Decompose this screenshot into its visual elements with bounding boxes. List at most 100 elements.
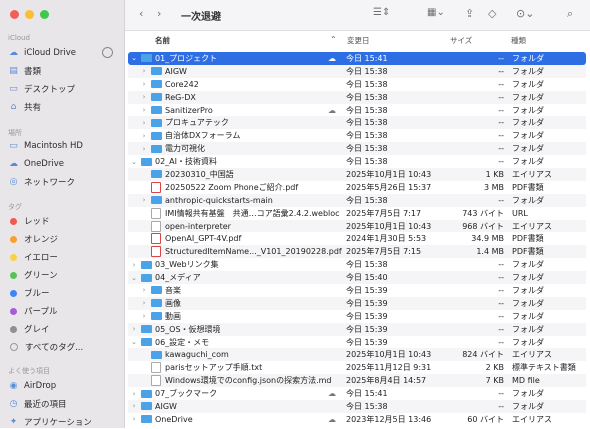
list-view-icon[interactable]: ☰⇕	[373, 7, 390, 18]
file-name: IMI情報共有基盤 共通…コア語彙2.4.2.webloc	[165, 208, 340, 218]
file-kind: フォルダ	[512, 66, 544, 76]
table-row[interactable]: › anthropic-quickstarts-main 今日 15:38 -- フォル…	[128, 193, 586, 207]
column-name[interactable]: 名前	[155, 35, 170, 46]
sidebar-item[interactable]: オレンジ	[8, 232, 58, 246]
table-row[interactable]: › プロキュアテック 今日 15:38 -- フォルダ	[128, 116, 586, 130]
date-modified: 2025年10月1日 10:43	[346, 221, 432, 231]
column-size[interactable]: サイズ	[450, 35, 472, 46]
table-row[interactable]: Windows環境でのconfig.jsonの探索方法.md 2025年8月4日 …	[128, 374, 586, 388]
disclosure-closed-icon[interactable]: ›	[140, 286, 148, 294]
table-row[interactable]: › 05_OS・仮想環境 今日 15:39 -- フォルダ	[128, 322, 586, 336]
back-icon[interactable]: ‹	[139, 7, 143, 20]
table-row[interactable]: parisセットアップ手順.txt 2025年11月12日 9:31 2 KB 標準テ…	[128, 361, 586, 374]
share-icon[interactable]: ⇪	[465, 7, 474, 20]
sidebar-item-label: レッド	[24, 217, 50, 227]
file-name: 03_Webリンク集	[155, 260, 219, 270]
sidebar-item[interactable]: ◉ AirDrop	[8, 379, 57, 393]
column-date[interactable]: 変更日	[347, 35, 370, 46]
sidebar-item[interactable]: イエロー	[8, 250, 58, 264]
disclosure-closed-icon[interactable]: ›	[140, 80, 148, 88]
sidebar-item[interactable]: グリーン	[8, 268, 58, 282]
table-row[interactable]: 20250522 Zoom Phoneご紹介.pdf 2025年5月26日 15:…	[128, 181, 586, 194]
file-kind: エイリアス	[512, 169, 552, 179]
table-row[interactable]: ⌄ 01_プロジェクト ☁ 今日 15:41 -- フォルダ	[128, 52, 586, 65]
table-row[interactable]: › ReG-DX 今日 15:38 -- フォルダ	[128, 90, 586, 104]
disclosure-closed-icon[interactable]: ›	[140, 119, 148, 127]
table-row[interactable]: › 音楽 今日 15:39 -- フォルダ	[128, 284, 586, 297]
table-row[interactable]: › 自治体DXフォーラム 今日 15:38 -- フォルダ	[128, 129, 586, 142]
column-header: 名前 ⌃ 変更日 サイズ 種類	[125, 33, 590, 47]
folder-icon	[151, 131, 162, 140]
table-row[interactable]: ⌄ 04_メディア 今日 15:40 -- フォルダ	[128, 271, 586, 285]
table-row[interactable]: ⌄ 06_設定・メモ 今日 15:39 -- フォルダ	[128, 336, 586, 349]
sidebar-item[interactable]: パープル	[8, 304, 58, 318]
tag-icon[interactable]: ◇	[488, 7, 496, 20]
sidebar-item[interactable]: ☁ OneDrive	[8, 157, 64, 171]
file-size: 824 バイト	[462, 350, 504, 360]
sidebar-item[interactable]: レッド	[8, 214, 50, 228]
minimize-button[interactable]	[25, 10, 34, 19]
disclosure-closed-icon[interactable]: ›	[130, 415, 138, 423]
disclosure-closed-icon[interactable]: ›	[140, 67, 148, 75]
sidebar-item[interactable]: ⌂ 共有	[8, 100, 41, 114]
sidebar-item[interactable]: ブルー	[8, 286, 50, 300]
disclosure-open-icon[interactable]: ⌄	[130, 54, 138, 62]
date-modified: 今日 15:41	[346, 53, 388, 63]
sidebar-item[interactable]: ◷ 最近の項目	[8, 397, 67, 411]
table-row[interactable]: StructuredItemName..._V101_20190228.pdf 2…	[128, 245, 586, 259]
file-size: 743 バイト	[462, 208, 504, 218]
disclosure-open-icon[interactable]: ⌄	[130, 274, 138, 282]
zoom-button[interactable]	[40, 10, 49, 19]
sidebar-item[interactable]: ▭ Macintosh HD	[8, 139, 83, 153]
file-size: --	[498, 53, 504, 63]
table-row[interactable]: OpenAI_GPT-4V.pdf 2024年1月30日 5:53 34.9 MB P…	[128, 232, 586, 245]
table-row[interactable]: › 07_ブックマーク ☁ 今日 15:41 -- フォルダ	[128, 387, 586, 400]
sidebar-item[interactable]: ✦ アプリケーション	[8, 415, 92, 429]
column-kind[interactable]: 種類	[511, 35, 526, 46]
disclosure-closed-icon[interactable]: ›	[140, 93, 148, 101]
table-row[interactable]: › 画像 今日 15:39 -- フォルダ	[128, 296, 586, 310]
disclosure-closed-icon[interactable]: ›	[130, 261, 138, 269]
group-view-icon[interactable]: ▦⌄	[427, 7, 445, 18]
disclosure-open-icon[interactable]: ⌄	[130, 338, 138, 346]
sidebar-item[interactable]: ☁ iCloud Drive	[8, 46, 76, 60]
disclosure-closed-icon[interactable]: ›	[140, 132, 148, 140]
sidebar-item[interactable]: ▭ デスクトップ	[8, 82, 75, 96]
table-row[interactable]: 20230310_中国語 2025年10月1日 10:43 1 KB エイリアス	[128, 168, 586, 181]
file-icon	[151, 220, 161, 232]
table-row[interactable]: IMI情報共有基盤 共通…コア語彙2.4.2.webloc 2025年7月5日 7…	[128, 207, 586, 220]
disclosure-closed-icon[interactable]: ›	[130, 325, 138, 333]
table-row[interactable]: ⌄ 02_AI・技術資料 今日 15:38 -- フォルダ	[128, 155, 586, 168]
sidebar-item-label: 共有	[24, 103, 42, 113]
sidebar-item[interactable]: すべてのタグ...	[8, 340, 83, 354]
disclosure-closed-icon[interactable]: ›	[140, 196, 148, 204]
disclosure-closed-icon[interactable]: ›	[140, 299, 148, 307]
file-kind: フォルダ	[512, 144, 544, 154]
table-row[interactable]: › Core242 今日 15:38 -- フォルダ	[128, 78, 586, 91]
table-row[interactable]: › OneDrive ☁ 2023年12月5日 13:46 60 バイト エイリアス	[128, 413, 586, 426]
table-row[interactable]: kawaguchi_com 2025年10月1日 10:43 824 バイト エイリア…	[128, 348, 586, 362]
sidebar-item[interactable]: ▤ 書類	[8, 64, 41, 78]
table-row[interactable]: › SanitizerPro ☁ 今日 15:38 -- フォルダ	[128, 104, 586, 117]
disclosure-open-icon[interactable]: ⌄	[130, 158, 138, 166]
sidebar-item[interactable]: ◎ ネットワーク	[8, 175, 75, 189]
table-row[interactable]: open-interpreter 2025年10月1日 10:43 968 バイトエ…	[128, 219, 586, 233]
sidebar-item-label: すべてのタグ...	[25, 343, 84, 353]
sidebar-item[interactable]: グレイ	[8, 322, 50, 336]
table-row[interactable]: › AIGW 今日 15:38 -- フォルダ	[128, 400, 586, 413]
table-row[interactable]: › 動画 今日 15:39 -- フォルダ	[128, 310, 586, 323]
file-kind: フォルダ	[512, 311, 544, 321]
disclosure-closed-icon[interactable]: ›	[130, 390, 138, 398]
desktop-icon: ▭	[9, 84, 18, 94]
disclosure-closed-icon[interactable]: ›	[130, 402, 138, 410]
disclosure-closed-icon[interactable]: ›	[140, 312, 148, 320]
table-row[interactable]: › 電力可視化 今日 15:38 -- フォルダ	[128, 142, 586, 156]
close-button[interactable]	[10, 10, 19, 19]
table-row[interactable]: › 03_Webリンク集 今日 15:38 -- フォルダ	[128, 258, 586, 271]
search-icon[interactable]: ⌕	[567, 7, 573, 21]
disclosure-closed-icon[interactable]: ›	[140, 106, 148, 114]
more-actions-icon[interactable]: ⊙⌄	[516, 7, 534, 20]
disclosure-closed-icon[interactable]: ›	[140, 145, 148, 153]
forward-icon[interactable]: ›	[157, 7, 161, 20]
table-row[interactable]: › AIGW 今日 15:38 -- フォルダ	[128, 64, 586, 78]
